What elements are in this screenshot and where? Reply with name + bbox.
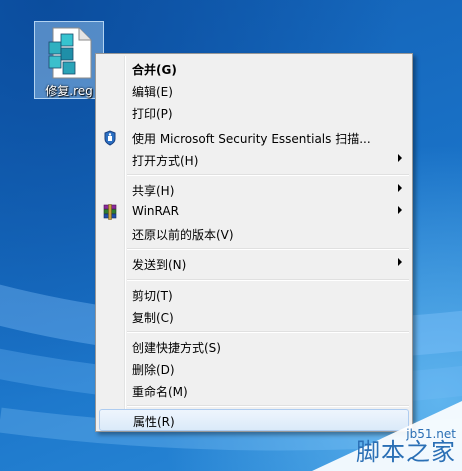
desktop[interactable]: 修复.reg 合并(G) 编辑(E) 打印(P) 使用 Microsoft Se… (0, 0, 462, 471)
menu-item-delete[interactable]: 删除(D) (99, 358, 409, 380)
watermark-brand: 脚本之家 (356, 438, 456, 466)
menu-item-open-with[interactable]: 打开方式(H) (99, 149, 409, 171)
menu-item-edit[interactable]: 编辑(E) (99, 80, 409, 102)
mse-shield-icon (102, 130, 118, 146)
menu-item-label: 打印(P) (132, 107, 173, 121)
menu-item-label: 发送到(N) (132, 258, 187, 272)
menu-item-label: 剪切(T) (132, 289, 173, 303)
menu-item-mse-scan[interactable]: 使用 Microsoft Security Essentials 扫描... (99, 127, 409, 149)
menu-item-label: 打开方式(H) (132, 154, 199, 168)
menu-item-print[interactable]: 打印(P) (99, 102, 409, 124)
watermark: jb51.net 脚本之家 (292, 391, 462, 471)
menu-item-winrar[interactable]: WinRAR (99, 201, 409, 223)
menu-item-label: 重命名(M) (132, 385, 188, 399)
menu-item-create-shortcut[interactable]: 创建快捷方式(S) (99, 336, 409, 358)
menu-separator (127, 279, 409, 281)
submenu-arrow-icon (398, 258, 402, 266)
menu-item-label: 属性(R) (133, 415, 175, 429)
menu-item-send-to[interactable]: 发送到(N) (99, 253, 409, 275)
registry-file-icon (45, 26, 95, 83)
menu-item-label: 还原以前的版本(V) (132, 228, 234, 242)
menu-item-restore-previous-versions[interactable]: 还原以前的版本(V) (99, 223, 409, 245)
menu-item-label: 使用 Microsoft Security Essentials 扫描... (132, 132, 371, 146)
menu-separator (127, 331, 409, 333)
desktop-file-icon[interactable]: 修复.reg (34, 21, 104, 99)
submenu-arrow-icon (398, 206, 402, 214)
menu-item-copy[interactable]: 复制(C) (99, 306, 409, 328)
menu-separator (127, 248, 409, 250)
submenu-arrow-icon (398, 154, 402, 162)
menu-item-label: 共享(H) (132, 184, 175, 198)
context-menu: 合并(G) 编辑(E) 打印(P) 使用 Microsoft Security … (95, 53, 413, 432)
menu-item-label: 删除(D) (132, 363, 175, 377)
submenu-arrow-icon (398, 184, 402, 192)
menu-item-label: 合并(G) (132, 63, 177, 77)
menu-separator (127, 174, 409, 176)
desktop-file-label: 修复.reg (45, 84, 93, 98)
menu-item-cut[interactable]: 剪切(T) (99, 284, 409, 306)
menu-item-label: 复制(C) (132, 311, 174, 325)
menu-item-share[interactable]: 共享(H) (99, 179, 409, 201)
menu-item-label: 编辑(E) (132, 85, 173, 99)
menu-item-label: 创建快捷方式(S) (132, 341, 221, 355)
menu-item-label: WinRAR (132, 204, 179, 218)
winrar-icon (102, 204, 118, 220)
menu-item-merge[interactable]: 合并(G) (99, 58, 409, 80)
